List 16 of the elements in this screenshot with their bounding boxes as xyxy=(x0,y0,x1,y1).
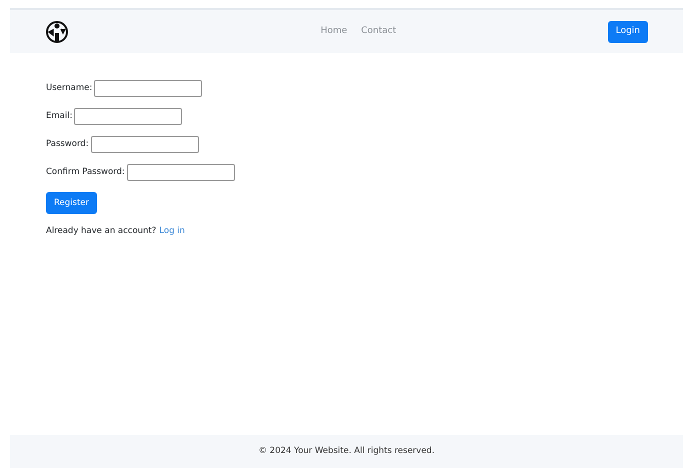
field-label: Username: xyxy=(46,82,92,95)
copyright-text: © 2024 Your Website. All rights reserved. xyxy=(258,445,435,458)
input-field[interactable] xyxy=(94,80,202,97)
field-label: Email: xyxy=(46,110,72,123)
account-prompt: Already have an account? xyxy=(46,225,156,238)
input-field[interactable] xyxy=(126,164,235,181)
login-link[interactable]: Log in xyxy=(159,225,185,238)
logo-icon xyxy=(45,20,69,44)
field-label: Password: xyxy=(46,138,89,151)
nav-link[interactable]: Contact xyxy=(361,24,396,38)
field-label: Confirm Password: xyxy=(46,166,125,179)
input-field[interactable] xyxy=(90,136,199,153)
login-button[interactable]: Login xyxy=(608,20,648,42)
input-field[interactable] xyxy=(74,108,182,125)
nav-link[interactable]: Home xyxy=(320,24,348,38)
register-button[interactable]: Register xyxy=(46,192,97,214)
